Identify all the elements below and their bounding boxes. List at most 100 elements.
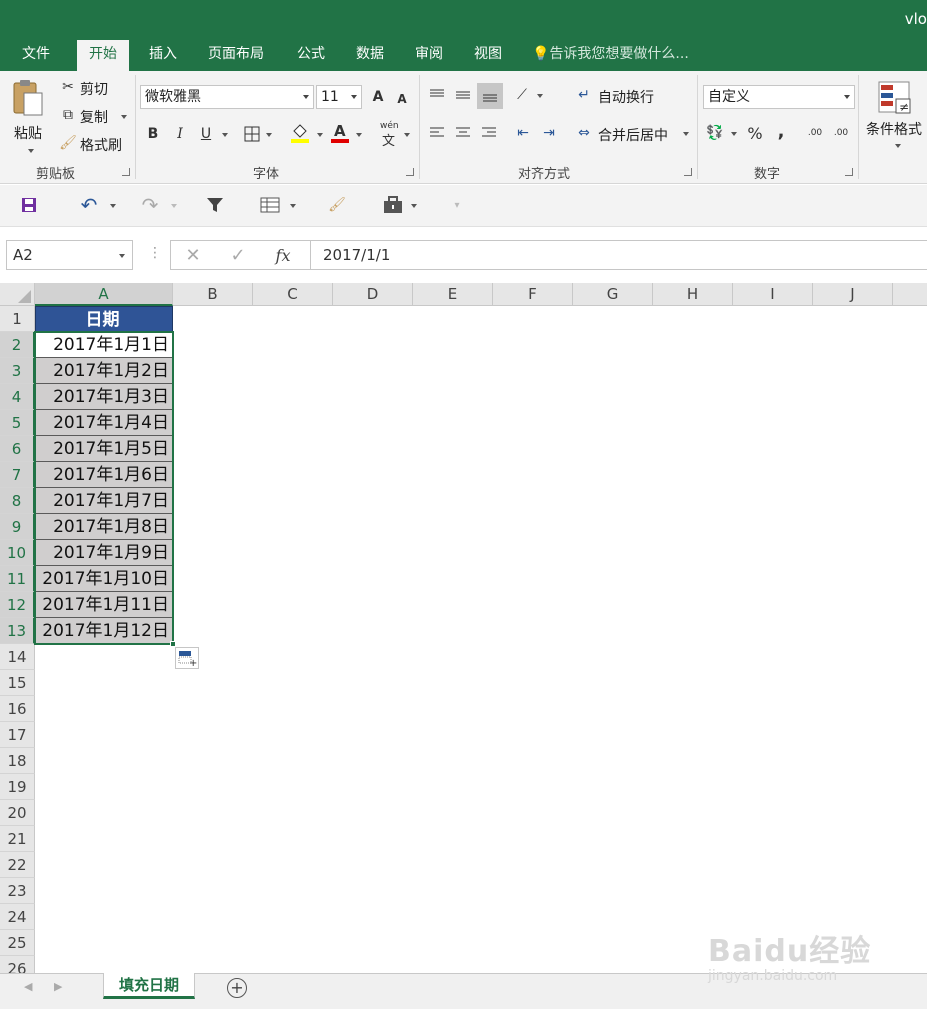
tab-view[interactable]: 视图 [462, 40, 514, 71]
cell-a1[interactable]: 日期 [35, 306, 173, 332]
add-sheet-button[interactable]: + [227, 978, 247, 998]
row-header-25[interactable]: 25 [0, 930, 35, 956]
font-name-select[interactable]: 微软雅黑 [140, 85, 314, 109]
copy-button[interactable]: ⧉ 复制 [58, 105, 130, 127]
chevron-down-icon[interactable] [222, 133, 228, 137]
font-color-button[interactable]: A [330, 122, 350, 143]
alignment-launcher-icon[interactable] [684, 168, 692, 176]
chevron-down-icon[interactable] [404, 133, 410, 137]
row-header-16[interactable]: 16 [0, 696, 35, 722]
chevron-down-icon[interactable] [317, 133, 323, 137]
chevron-down-icon[interactable] [411, 204, 417, 208]
tab-formulas[interactable]: 公式 [285, 40, 337, 71]
column-header-a[interactable]: A [35, 283, 173, 306]
row-header-7[interactable]: 7 [0, 462, 35, 488]
cell-a8[interactable]: 2017年1月7日 [35, 488, 173, 514]
chevron-down-icon[interactable] [356, 133, 362, 137]
cell-a12[interactable]: 2017年1月11日 [35, 592, 173, 618]
align-bottom-button[interactable] [477, 83, 503, 109]
font-size-select[interactable]: 11 [316, 85, 362, 109]
chevron-down-icon[interactable] [171, 204, 177, 208]
column-header-i[interactable]: I [733, 283, 813, 306]
row-header-12[interactable]: 12 [0, 592, 35, 618]
chevron-down-icon[interactable] [266, 133, 272, 137]
percent-button[interactable]: % [745, 123, 765, 143]
number-format-select[interactable]: 自定义 [703, 85, 855, 109]
row-header-2[interactable]: 2 [0, 332, 35, 358]
redo-button[interactable]: ↷ [140, 193, 160, 217]
wrap-text-button[interactable]: ↵ 自动换行 [574, 85, 674, 107]
row-header-20[interactable]: 20 [0, 800, 35, 826]
align-top-button[interactable] [427, 85, 447, 105]
confirm-entry-button[interactable]: ✓ [228, 245, 248, 266]
sheet-prev-icon[interactable]: ◀ [24, 980, 32, 993]
worksheet-grid[interactable]: A B C D E F G H I J 1 2 3 4 5 6 7 8 9 10… [0, 283, 927, 973]
comma-style-button[interactable]: , [771, 121, 791, 142]
row-header-13[interactable]: 13 [0, 618, 35, 644]
row-header-14[interactable]: 14 [0, 644, 35, 670]
align-right-button[interactable] [479, 123, 499, 143]
cell-a11[interactable]: 2017年1月10日 [35, 566, 173, 592]
row-header-19[interactable]: 19 [0, 774, 35, 800]
row-header-15[interactable]: 15 [0, 670, 35, 696]
cell-a2[interactable]: 2017年1月1日 [35, 332, 173, 358]
underline-button[interactable]: U [196, 124, 216, 144]
column-header-k[interactable] [893, 283, 927, 306]
cell-a10[interactable]: 2017年1月9日 [35, 540, 173, 566]
tab-page-layout[interactable]: 页面布局 [196, 40, 276, 71]
tab-review[interactable]: 审阅 [403, 40, 455, 71]
row-header-22[interactable]: 22 [0, 852, 35, 878]
row-header-10[interactable]: 10 [0, 540, 35, 566]
cell-a5[interactable]: 2017年1月4日 [35, 410, 173, 436]
paste-button[interactable]: 粘贴 [8, 77, 50, 157]
chevron-down-icon[interactable] [537, 94, 543, 98]
conditional-formatting-button[interactable]: ≠ 条件格式 [862, 79, 927, 159]
merge-center-button[interactable]: ⇔ 合并后居中 [574, 123, 696, 145]
italic-button[interactable]: I [170, 124, 190, 144]
row-header-24[interactable]: 24 [0, 904, 35, 930]
name-box[interactable]: A2 [6, 240, 133, 270]
cut-button[interactable]: ✂ 剪切 [58, 77, 118, 99]
row-header-4[interactable]: 4 [0, 384, 35, 410]
chevron-down-icon[interactable] [290, 204, 296, 208]
column-header-b[interactable]: B [173, 283, 253, 306]
sheet-next-icon[interactable]: ▶ [54, 980, 62, 993]
undo-button[interactable]: ↶ [79, 193, 99, 217]
align-left-button[interactable] [427, 123, 447, 143]
increase-indent-button[interactable]: ⇥ [539, 123, 559, 143]
row-header-23[interactable]: 23 [0, 878, 35, 904]
chevron-down-icon[interactable] [731, 132, 737, 136]
column-header-c[interactable]: C [253, 283, 333, 306]
accounting-format-button[interactable]: 💱 [705, 123, 725, 143]
fill-color-button[interactable] [290, 122, 310, 143]
row-header-8[interactable]: 8 [0, 488, 35, 514]
row-header-18[interactable]: 18 [0, 748, 35, 774]
font-launcher-icon[interactable] [406, 168, 414, 176]
save-button[interactable] [19, 195, 39, 215]
cell-a7[interactable]: 2017年1月6日 [35, 462, 173, 488]
format-painter-qat-button[interactable]: 🖌 [327, 195, 347, 215]
grow-font-button[interactable]: A [368, 87, 388, 107]
row-header-5[interactable]: 5 [0, 410, 35, 436]
row-header-21[interactable]: 21 [0, 826, 35, 852]
select-all-corner[interactable] [0, 283, 35, 306]
align-middle-button[interactable] [453, 85, 473, 105]
orientation-button[interactable]: ⟋ [512, 85, 532, 105]
bold-button[interactable]: B [143, 124, 163, 144]
row-header-11[interactable]: 11 [0, 566, 35, 592]
tab-insert[interactable]: 插入 [137, 40, 189, 71]
clipboard-launcher-icon[interactable] [122, 168, 130, 176]
cell-a3[interactable]: 2017年1月2日 [35, 358, 173, 384]
auto-fill-options-button[interactable]: + [175, 647, 199, 669]
row-header-6[interactable]: 6 [0, 436, 35, 462]
tab-home[interactable]: 开始 [77, 40, 129, 71]
cell-a9[interactable]: 2017年1月8日 [35, 514, 173, 540]
shrink-font-button[interactable]: A [392, 89, 412, 109]
column-header-d[interactable]: D [333, 283, 413, 306]
tab-data[interactable]: 数据 [344, 40, 396, 71]
format-painter-button[interactable]: 🖌 格式刷 [58, 133, 130, 155]
tab-file[interactable]: 文件 [10, 40, 62, 71]
decrease-decimal-button[interactable]: .00 [831, 123, 851, 143]
cell-a6[interactable]: 2017年1月5日 [35, 436, 173, 462]
column-header-h[interactable]: H [653, 283, 733, 306]
